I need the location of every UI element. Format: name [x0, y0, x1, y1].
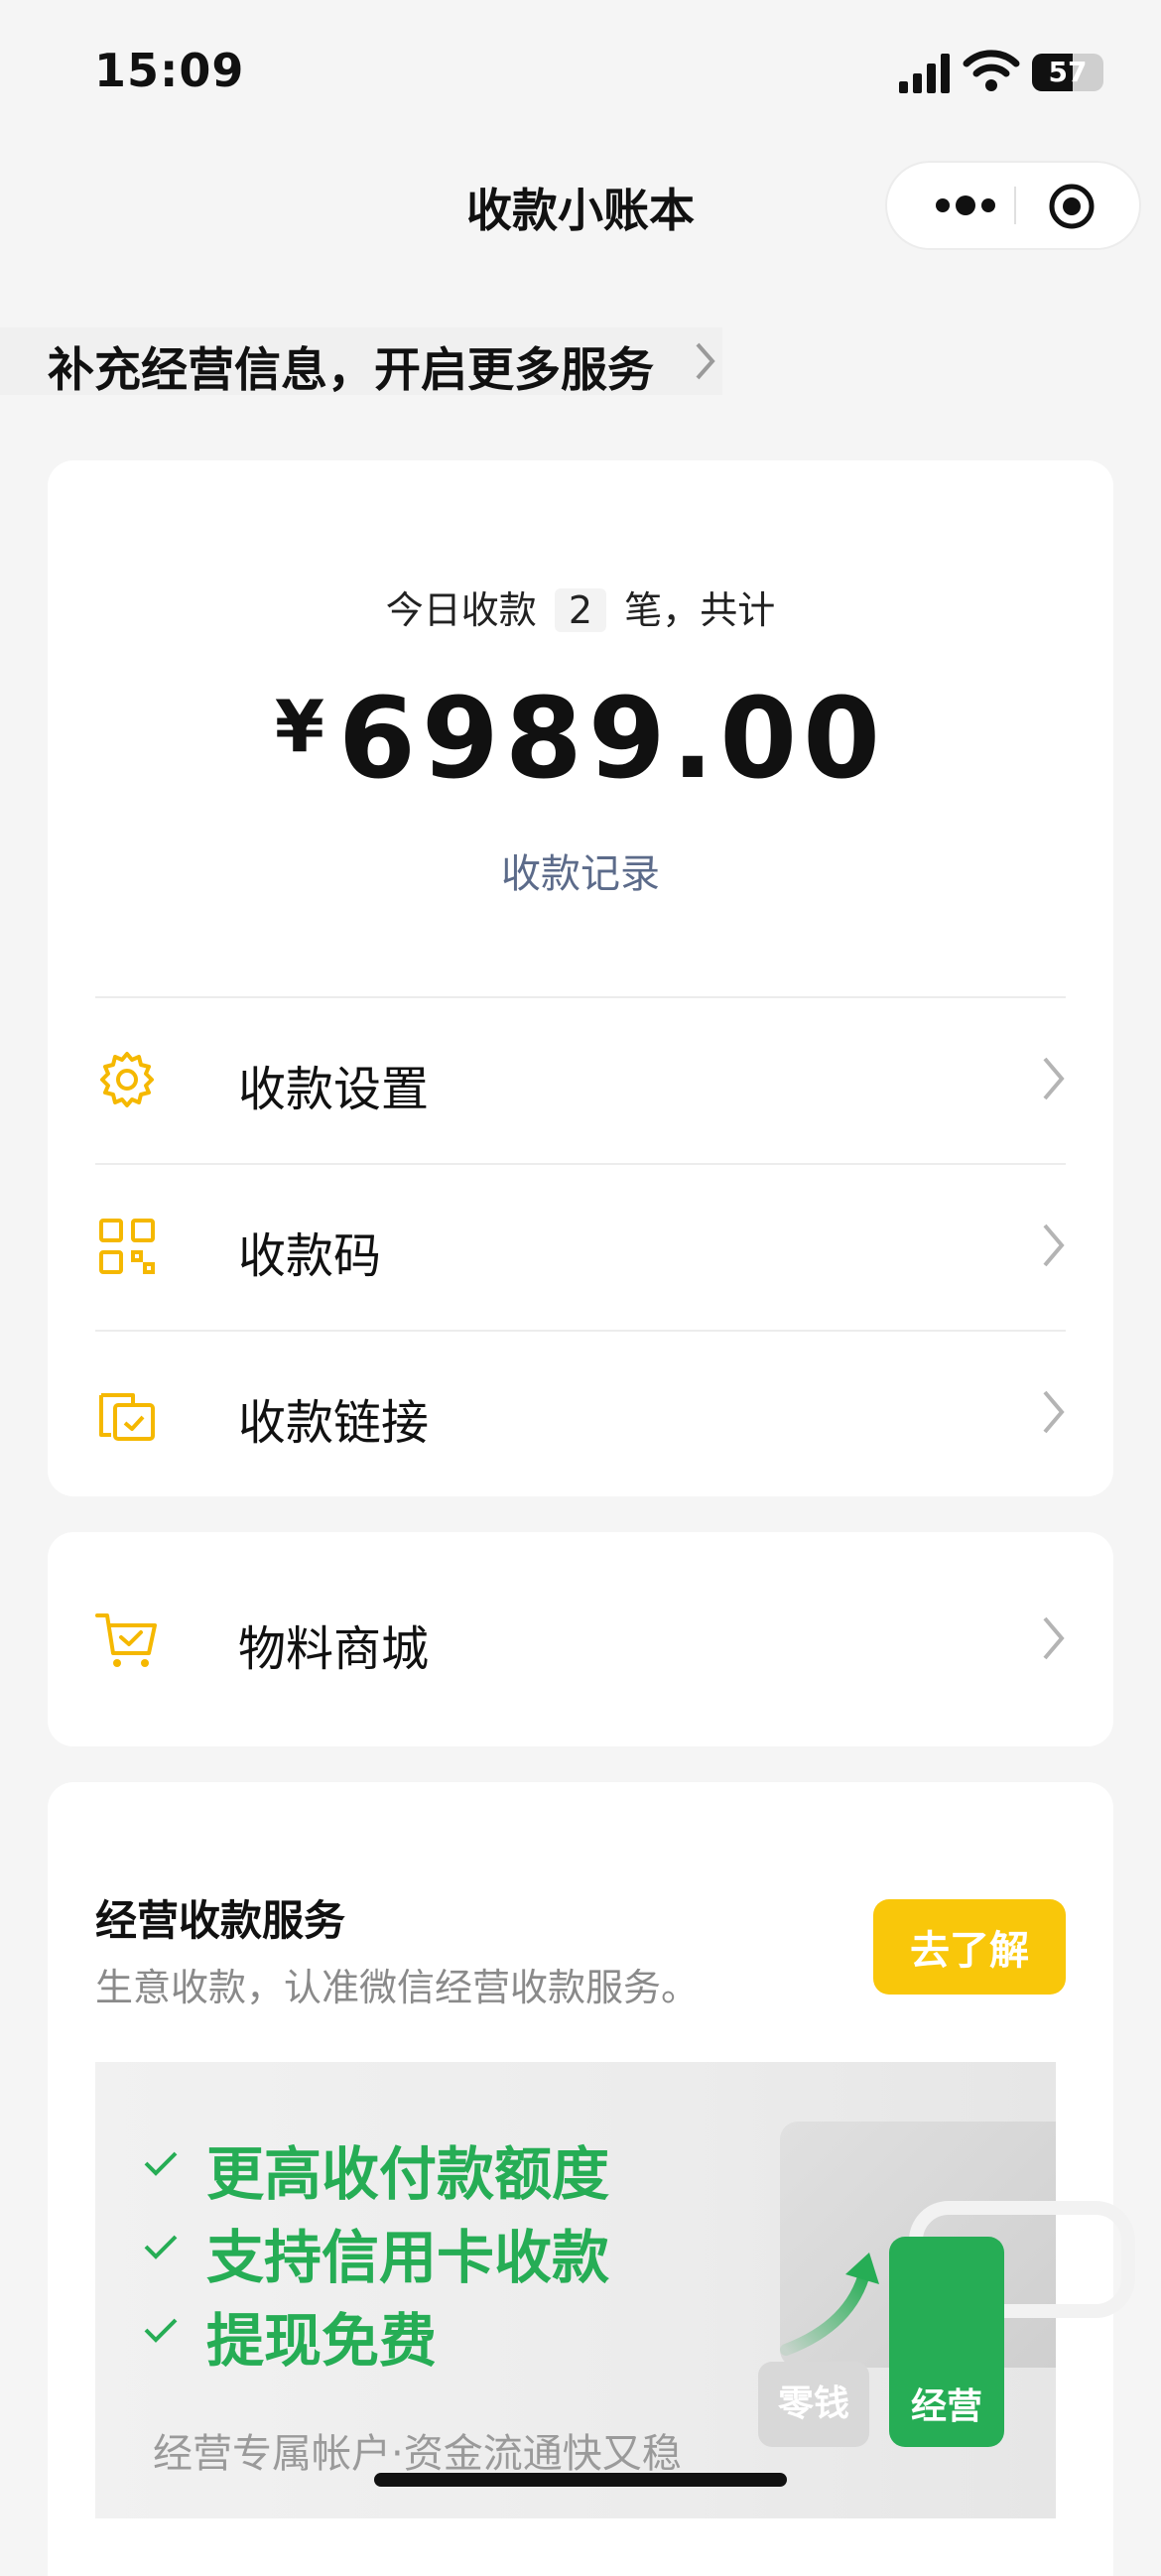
collection-record-link[interactable]: 收款记录 [48, 841, 1113, 899]
chevron-right-icon [1043, 1616, 1065, 1660]
menu-item-label: 收款码 [238, 1228, 382, 1284]
collection-summary-card: 今日收款 2 笔，共计 ¥6989.00 收款记录 收款设置 收款码 收款链接 [48, 460, 1113, 1496]
menu-item-materials-mall[interactable]: 物料商城 [95, 1558, 1066, 1723]
chevron-right-icon [1043, 1224, 1065, 1267]
total-amount: ¥6989.00 [48, 675, 1113, 804]
battery-icon: 57 [1032, 54, 1103, 91]
battery-percent: 57 [1048, 56, 1088, 88]
menu-item-label: 物料商城 [238, 1621, 430, 1677]
cart-icon [95, 1613, 157, 1667]
close-miniprogram-icon[interactable] [1048, 183, 1096, 230]
menu-item-collection-code[interactable]: 收款码 [95, 1165, 1066, 1330]
check-icon [144, 2151, 178, 2176]
service-promo-banner[interactable]: 更高收付款额度 支持信用卡收款 提现免费 经营专属帐户·资金流通快又稳 零钱 经… [95, 2062, 1135, 2518]
chevron-right-icon [696, 342, 715, 380]
cellular-signal-icon [899, 54, 950, 93]
capsule-divider [1014, 187, 1016, 224]
banner-text: 补充经营信息，开启更多服务 [48, 343, 654, 398]
service-subtitle: 生意收款，认准微信经营收款服务。 [95, 1966, 700, 2009]
business-account-pill: 经营 [889, 2237, 1004, 2447]
today-count: 2 [554, 588, 607, 632]
link-doc-icon [99, 1393, 155, 1441]
menu-item-label: 收款设置 [238, 1062, 430, 1117]
small-change-pill: 零钱 [758, 2362, 869, 2447]
chevron-right-icon [1043, 1390, 1065, 1434]
feature-text: 支持信用卡收款 [206, 2224, 610, 2291]
status-bar: 15:09 57 [0, 0, 1161, 139]
menu-item-collection-settings[interactable]: 收款设置 [95, 998, 1066, 1163]
amount-value: 6989.00 [337, 675, 887, 804]
miniprogram-capsule [885, 161, 1141, 250]
wifi-icon [963, 50, 1020, 91]
menu-item-collection-link[interactable]: 收款链接 [95, 1332, 1066, 1496]
check-icon [144, 2318, 178, 2343]
home-indicator[interactable] [374, 2473, 787, 2487]
chevron-right-icon [1043, 1057, 1065, 1100]
business-service-card: 经营收款服务 生意收款，认准微信经营收款服务。 去了解 更高收付款额度 支持信用… [48, 1782, 1135, 2576]
transfer-arrow-icon [780, 2253, 879, 2356]
today-summary: 今日收款 2 笔，共计 [48, 580, 1113, 634]
currency-symbol: ¥ [274, 685, 324, 768]
today-prefix: 今日收款 [385, 588, 537, 632]
service-title: 经营收款服务 [95, 1896, 346, 1945]
qr-code-icon [99, 1219, 155, 1274]
more-options-icon[interactable] [921, 163, 1010, 248]
gear-icon [100, 1052, 154, 1107]
status-time: 15:09 [94, 44, 245, 97]
learn-more-button[interactable]: 去了解 [873, 1899, 1066, 1995]
today-suffix: 笔，共计 [624, 588, 776, 632]
menu-item-label: 收款链接 [238, 1395, 430, 1451]
promo-footer-text: 经营专属帐户·资金流通快又稳 [153, 2431, 682, 2477]
feature-text: 更高收付款额度 [206, 2140, 610, 2208]
business-info-banner[interactable]: 补充经营信息，开启更多服务 [0, 327, 722, 398]
check-icon [144, 2235, 178, 2259]
business-account-label: 经营 [910, 2386, 982, 2427]
feature-text: 提现免费 [206, 2307, 438, 2375]
materials-mall-card: 物料商城 [48, 1532, 1113, 1746]
